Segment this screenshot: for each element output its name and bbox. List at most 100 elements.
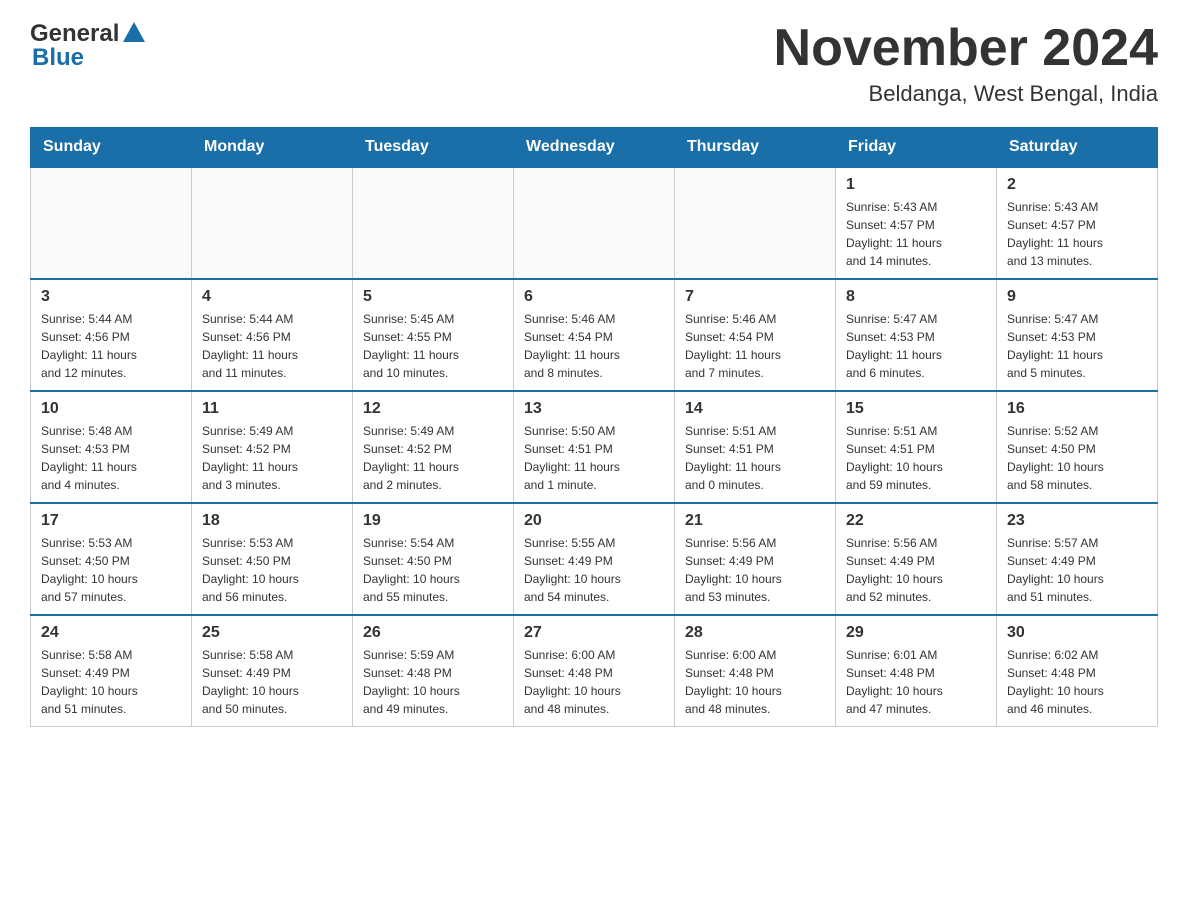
table-row: 17 Sunrise: 5:53 AMSunset: 4:50 PMDayligh… <box>31 503 192 615</box>
col-wednesday: Wednesday <box>514 128 675 168</box>
day-number: 16 <box>1007 400 1147 418</box>
day-number: 14 <box>685 400 825 418</box>
day-info: Sunrise: 5:50 AMSunset: 4:51 PMDaylight:… <box>524 422 664 494</box>
table-row: 20Sunrise: 5:55 AMSunset: 4:49 PMDayligh… <box>514 503 675 615</box>
table-row <box>192 167 353 279</box>
col-sunday: Sunday <box>31 128 192 168</box>
table-row: 26 Sunrise: 5:59 AMSunset: 4:48 PMDayligh… <box>353 615 514 727</box>
day-number: 6 <box>524 288 664 306</box>
day-number: 7 <box>685 288 825 306</box>
logo: General Blue <box>30 20 145 72</box>
day-info: Sunrise: 5:53 AMSunset: 4:50 PMDaylight:… <box>202 534 342 606</box>
day-info: Sunrise: 5:49 AMSunset: 4:52 PMDaylight:… <box>202 422 342 494</box>
table-row: 14Sunrise: 5:51 AMSunset: 4:51 PMDayligh… <box>675 391 836 503</box>
table-row: 6 Sunrise: 5:46 AMSunset: 4:54 PMDaylight… <box>514 279 675 391</box>
day-info: Sunrise: 5:54 AMSunset: 4:50 PMDaylight:… <box>363 534 503 606</box>
location-subtitle: Beldanga, West Bengal, India <box>774 81 1158 107</box>
calendar-week-row: 1 Sunrise: 5:43 AMSunset: 4:57 PMDaylight… <box>31 167 1158 279</box>
table-row: 3Sunrise: 5:44 AMSunset: 4:56 PMDaylight… <box>31 279 192 391</box>
day-info: Sunrise: 5:58 AMSunset: 4:49 PMDaylight:… <box>202 646 342 718</box>
day-number: 1 <box>846 176 986 194</box>
day-number: 8 <box>846 288 986 306</box>
day-info: Sunrise: 5:47 AMSunset: 4:53 PMDaylight:… <box>1007 310 1147 382</box>
table-row: 7 Sunrise: 5:46 AMSunset: 4:54 PMDaylight… <box>675 279 836 391</box>
table-row: 23 Sunrise: 5:57 AMSunset: 4:49 PMDayligh… <box>997 503 1158 615</box>
day-number: 25 <box>202 624 342 642</box>
day-number: 15 <box>846 400 986 418</box>
day-number: 24 <box>41 624 181 642</box>
day-number: 4 <box>202 288 342 306</box>
day-info: Sunrise: 5:59 AMSunset: 4:48 PMDaylight:… <box>363 646 503 718</box>
day-number: 5 <box>363 288 503 306</box>
table-row <box>353 167 514 279</box>
day-info: Sunrise: 5:51 AMSunset: 4:51 PMDaylight:… <box>846 422 986 494</box>
table-row <box>675 167 836 279</box>
day-info: Sunrise: 5:44 AMSunset: 4:56 PMDaylight:… <box>202 310 342 382</box>
day-info: Sunrise: 6:02 AMSunset: 4:48 PMDaylight:… <box>1007 646 1147 718</box>
day-number: 10 <box>41 400 181 418</box>
day-number: 29 <box>846 624 986 642</box>
table-row: 22 Sunrise: 5:56 AMSunset: 4:49 PMDayligh… <box>836 503 997 615</box>
day-info: Sunrise: 5:56 AMSunset: 4:49 PMDaylight:… <box>685 534 825 606</box>
day-number: 30 <box>1007 624 1147 642</box>
day-info: Sunrise: 5:53 AMSunset: 4:50 PMDaylight:… <box>41 534 181 606</box>
day-info: Sunrise: 5:57 AMSunset: 4:49 PMDaylight:… <box>1007 534 1147 606</box>
day-number: 17 <box>41 512 181 530</box>
day-number: 21 <box>685 512 825 530</box>
table-row: 27 Sunrise: 6:00 AMSunset: 4:48 PMDayligh… <box>514 615 675 727</box>
day-info: Sunrise: 5:46 AMSunset: 4:54 PMDaylight:… <box>685 310 825 382</box>
table-row: 30 Sunrise: 6:02 AMSunset: 4:48 PMDayligh… <box>997 615 1158 727</box>
header-title-block: November 2024 Beldanga, West Bengal, Ind… <box>774 20 1158 107</box>
day-number: 18 <box>202 512 342 530</box>
logo-blue-text: Blue <box>32 44 84 72</box>
page-header: General Blue November 2024 Beldanga, Wes… <box>30 20 1158 107</box>
logo-triangle-icon <box>123 22 145 47</box>
day-number: 22 <box>846 512 986 530</box>
day-info: Sunrise: 5:48 AMSunset: 4:53 PMDaylight:… <box>41 422 181 494</box>
day-number: 9 <box>1007 288 1147 306</box>
day-number: 23 <box>1007 512 1147 530</box>
calendar-week-row: 24 Sunrise: 5:58 AMSunset: 4:49 PMDayligh… <box>31 615 1158 727</box>
day-info: Sunrise: 5:52 AMSunset: 4:50 PMDaylight:… <box>1007 422 1147 494</box>
month-title: November 2024 <box>774 20 1158 77</box>
day-info: Sunrise: 5:43 AMSunset: 4:57 PMDaylight:… <box>846 198 986 270</box>
day-info: Sunrise: 5:49 AMSunset: 4:52 PMDaylight:… <box>363 422 503 494</box>
day-number: 12 <box>363 400 503 418</box>
table-row <box>514 167 675 279</box>
table-row: 29 Sunrise: 6:01 AMSunset: 4:48 PMDayligh… <box>836 615 997 727</box>
calendar-table: Sunday Monday Tuesday Wednesday Thursday… <box>30 127 1158 727</box>
day-info: Sunrise: 6:01 AMSunset: 4:48 PMDaylight:… <box>846 646 986 718</box>
calendar-week-row: 3Sunrise: 5:44 AMSunset: 4:56 PMDaylight… <box>31 279 1158 391</box>
day-info: Sunrise: 6:00 AMSunset: 4:48 PMDaylight:… <box>685 646 825 718</box>
table-row: 10 Sunrise: 5:48 AMSunset: 4:53 PMDayligh… <box>31 391 192 503</box>
day-number: 11 <box>202 400 342 418</box>
day-number: 27 <box>524 624 664 642</box>
col-tuesday: Tuesday <box>353 128 514 168</box>
calendar-header-row: Sunday Monday Tuesday Wednesday Thursday… <box>31 128 1158 168</box>
table-row: 25 Sunrise: 5:58 AMSunset: 4:49 PMDayligh… <box>192 615 353 727</box>
table-row: 1 Sunrise: 5:43 AMSunset: 4:57 PMDaylight… <box>836 167 997 279</box>
day-info: Sunrise: 5:46 AMSunset: 4:54 PMDaylight:… <box>524 310 664 382</box>
day-number: 28 <box>685 624 825 642</box>
table-row: 18 Sunrise: 5:53 AMSunset: 4:50 PMDayligh… <box>192 503 353 615</box>
table-row: 4 Sunrise: 5:44 AMSunset: 4:56 PMDaylight… <box>192 279 353 391</box>
table-row: 16 Sunrise: 5:52 AMSunset: 4:50 PMDayligh… <box>997 391 1158 503</box>
day-info: Sunrise: 5:58 AMSunset: 4:49 PMDaylight:… <box>41 646 181 718</box>
table-row: 11 Sunrise: 5:49 AMSunset: 4:52 PMDayligh… <box>192 391 353 503</box>
table-row: 5Sunrise: 5:45 AMSunset: 4:55 PMDaylight… <box>353 279 514 391</box>
day-info: Sunrise: 5:47 AMSunset: 4:53 PMDaylight:… <box>846 310 986 382</box>
day-info: Sunrise: 5:56 AMSunset: 4:49 PMDaylight:… <box>846 534 986 606</box>
table-row: 12 Sunrise: 5:49 AMSunset: 4:52 PMDayligh… <box>353 391 514 503</box>
day-number: 13 <box>524 400 664 418</box>
day-info: Sunrise: 6:00 AMSunset: 4:48 PMDaylight:… <box>524 646 664 718</box>
day-number: 26 <box>363 624 503 642</box>
day-number: 20 <box>524 512 664 530</box>
table-row: 28 Sunrise: 6:00 AMSunset: 4:48 PMDayligh… <box>675 615 836 727</box>
col-monday: Monday <box>192 128 353 168</box>
day-number: 2 <box>1007 176 1147 194</box>
day-info: Sunrise: 5:44 AMSunset: 4:56 PMDaylight:… <box>41 310 181 382</box>
table-row: 24 Sunrise: 5:58 AMSunset: 4:49 PMDayligh… <box>31 615 192 727</box>
table-row: 19 Sunrise: 5:54 AMSunset: 4:50 PMDayligh… <box>353 503 514 615</box>
col-saturday: Saturday <box>997 128 1158 168</box>
day-number: 19 <box>363 512 503 530</box>
